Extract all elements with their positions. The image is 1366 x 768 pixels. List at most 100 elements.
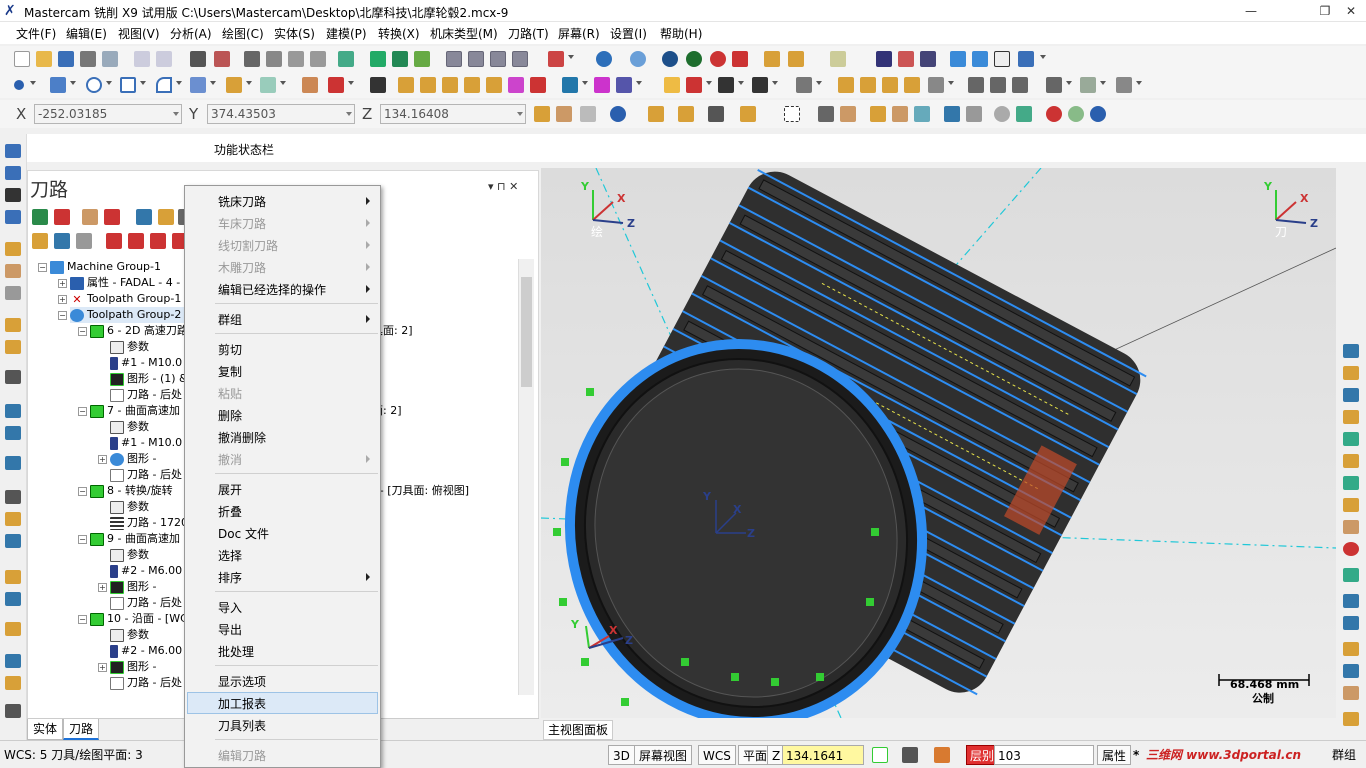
expand-toggle[interactable]: − — [78, 407, 87, 416]
shell-icon[interactable] — [5, 490, 21, 504]
right-tool-12-icon[interactable] — [1343, 594, 1359, 608]
expand-toggle[interactable]: + — [98, 583, 107, 592]
print-preview-icon[interactable] — [102, 51, 118, 67]
body-select-icon[interactable] — [892, 106, 908, 122]
menu-analyze[interactable]: 分析(A) — [170, 25, 212, 42]
select-only-icon[interactable] — [678, 106, 694, 122]
menu-item-setup-sheet[interactable]: 加工报表 — [218, 695, 266, 712]
pan-icon[interactable] — [392, 51, 408, 67]
right-tool-10-icon[interactable] — [1343, 542, 1359, 556]
sum-icon[interactable] — [994, 51, 1010, 67]
lock-icon[interactable] — [32, 233, 48, 249]
stock-icon[interactable] — [838, 77, 854, 93]
menu-item-expand[interactable]: 展开 — [218, 481, 242, 498]
move-up-icon[interactable] — [128, 233, 144, 249]
layout-icon[interactable] — [5, 534, 21, 548]
menu-solids[interactable]: 实体(S) — [274, 25, 315, 42]
draft-icon[interactable] — [5, 512, 21, 526]
sweep-icon[interactable] — [5, 370, 21, 384]
help-icon[interactable] — [610, 106, 626, 122]
select-point-icon[interactable] — [580, 106, 596, 122]
backside-icon[interactable] — [710, 51, 726, 67]
tree-op-9-params[interactable]: 参数 — [110, 547, 149, 563]
menu-item-lathe-toolpaths[interactable]: 车床刀路 — [218, 215, 266, 232]
tab-solids[interactable]: 实体 — [27, 719, 64, 740]
tree-op-9[interactable]: 9 - 曲面高速加 — [90, 531, 180, 547]
pointer-icon[interactable] — [818, 106, 834, 122]
tree-op-7[interactable]: 7 - 曲面高速加 — [90, 403, 180, 419]
line-icon[interactable] — [50, 77, 66, 93]
trim-solid-icon[interactable] — [5, 592, 21, 606]
move-down-icon[interactable] — [106, 233, 122, 249]
menu-edit[interactable]: 编辑(E) — [66, 25, 107, 42]
tree-op-8[interactable]: 8 - 转换/旋转 — [90, 483, 173, 499]
right-tool-6-icon[interactable] — [1343, 454, 1359, 468]
op-icon-2[interactable] — [5, 210, 21, 224]
top-view-icon[interactable] — [446, 51, 462, 67]
tree-op-9-tool[interactable]: #2 - M6.00 — [110, 563, 182, 579]
chain-icon[interactable] — [370, 77, 386, 93]
mask-check-icon[interactable] — [1016, 106, 1032, 122]
op-icon-1[interactable] — [5, 188, 21, 202]
screen-view-button[interactable]: 屏幕视图 — [634, 745, 693, 765]
insert-arrow-icon[interactable] — [150, 233, 166, 249]
menu-file[interactable]: 文件(F) — [16, 25, 56, 42]
graphics-viewport[interactable]: Y X Z Y X Z 绘 Y X Z Y X Z 刀 68.468 mm 公制 — [541, 168, 1336, 718]
solid-cyl-icon[interactable] — [5, 264, 21, 278]
circle-icon[interactable] — [86, 77, 102, 93]
menu-create[interactable]: 绘图(C) — [222, 25, 264, 42]
edge-select-icon[interactable] — [914, 106, 930, 122]
shaded-icon[interactable] — [630, 51, 646, 67]
solid-sphere-icon[interactable] — [5, 286, 21, 300]
right-tool-13-icon[interactable] — [1343, 616, 1359, 630]
menu-item-display-options[interactable]: 显示选项 — [218, 673, 266, 690]
tree-op-6[interactable]: 6 - 2D 高速刀路 — [90, 323, 188, 339]
close-button[interactable]: ✕ — [1336, 0, 1366, 22]
attributes-button[interactable]: 属性 — [1097, 745, 1132, 765]
marker-icon[interactable] — [686, 77, 702, 93]
print-icon[interactable] — [80, 51, 96, 67]
minimize-button[interactable]: — — [1228, 0, 1274, 22]
tree-scrollbar[interactable] — [518, 259, 534, 695]
xform-scale-icon[interactable] — [464, 77, 480, 93]
tree-item-machine-group[interactable]: Machine Group-1 — [50, 259, 161, 275]
tree-op-9-toolpath[interactable]: 刀路 - 后处 — [110, 595, 182, 611]
sketch-icon[interactable] — [764, 51, 780, 67]
revolve-icon[interactable] — [5, 340, 21, 354]
tree-op-7-toolpath[interactable]: 刀路 - 后处 — [110, 467, 182, 483]
unzoom-icon[interactable] — [266, 51, 282, 67]
right-tool-5-icon[interactable] — [1343, 432, 1359, 446]
zoom-in-icon[interactable] — [288, 51, 304, 67]
right-tool-7-icon[interactable] — [1343, 476, 1359, 490]
highlight-icon[interactable] — [788, 51, 804, 67]
tree-op-7-tool[interactable]: #1 - M10.0 — [110, 435, 182, 451]
expand-toggle[interactable]: − — [78, 327, 87, 336]
background-select-icon[interactable] — [944, 106, 960, 122]
menu-item-tool-list[interactable]: 刀具列表 — [218, 717, 266, 734]
right-tool-1-icon[interactable] — [1343, 344, 1359, 358]
regen-ops-icon[interactable] — [82, 209, 98, 225]
expand-toggle[interactable]: − — [38, 263, 47, 272]
open-file-icon[interactable] — [36, 51, 52, 67]
window-icon[interactable] — [616, 77, 632, 93]
panel-window-controls[interactable]: ▾ ⊓ ✕ — [488, 180, 518, 193]
iso-view-icon[interactable] — [512, 51, 528, 67]
machine-sim-icon[interactable] — [928, 77, 944, 93]
menu-screen[interactable]: 屏幕(R) — [558, 25, 600, 42]
menu-item-select[interactable]: 选择 — [218, 547, 242, 564]
right-view-icon[interactable] — [490, 51, 506, 67]
menu-item-import[interactable]: 导入 — [218, 599, 242, 616]
xform-translate-icon[interactable] — [398, 77, 414, 93]
delete-entity-icon[interactable] — [328, 77, 344, 93]
trim-icon[interactable] — [302, 77, 318, 93]
tree-op-10[interactable]: 10 - 沿面 - [WC — [90, 611, 188, 627]
spline-icon[interactable] — [190, 77, 206, 93]
nc-icon[interactable] — [1080, 77, 1096, 93]
menu-item-mill-toolpaths[interactable]: 铣床刀路 — [218, 193, 266, 210]
right-tool-4-icon[interactable] — [1343, 410, 1359, 424]
menu-view[interactable]: 视图(V) — [118, 25, 160, 42]
menu-item-copy[interactable]: 复制 — [218, 363, 242, 380]
point-icon[interactable] — [14, 80, 24, 90]
menu-item-edit-toolpath[interactable]: 编辑刀路 — [218, 747, 266, 764]
tree-op-8-params[interactable]: 参数 — [110, 499, 149, 515]
